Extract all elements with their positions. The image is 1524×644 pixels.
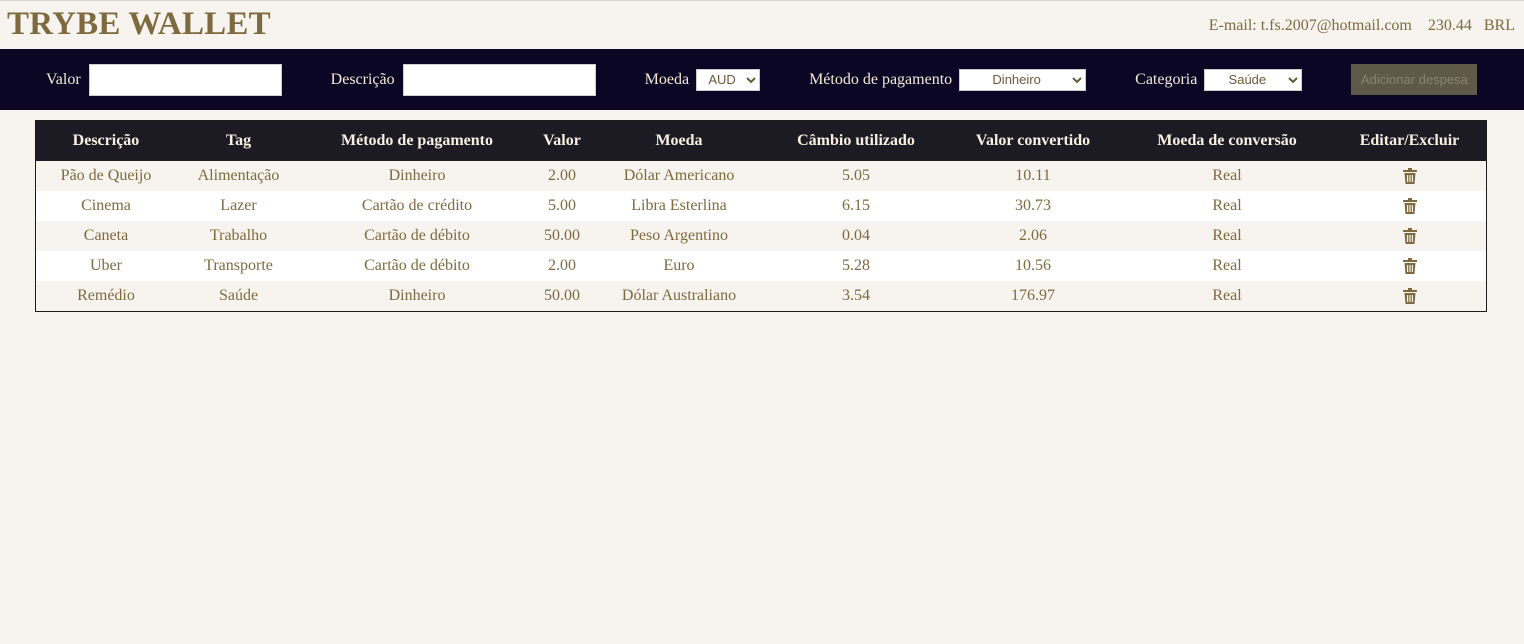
table-cell: 5.00	[548, 197, 576, 214]
row-actions	[1333, 251, 1486, 281]
table-header-row: Descrição Tag Método de pagamento Valor Moed…	[36, 121, 1486, 161]
table-cell: Remédio	[77, 287, 135, 304]
descricao-input[interactable]	[402, 63, 596, 96]
moeda-label: Moeda	[644, 70, 690, 88]
table-cell: Dinheiro	[388, 167, 446, 184]
expenses-table-container: Descrição Tag Método de pagamento Valor Moed…	[35, 120, 1487, 312]
app-header: TRYBE WALLET E-mail: t.fs.2007@hotmail.c…	[0, 1, 1524, 49]
table-cell: Caneta	[83, 227, 129, 244]
row-actions	[1333, 281, 1486, 311]
table-cell: Uber	[90, 257, 122, 274]
table-cell: 0.04	[842, 227, 870, 244]
table-cell: 50.00	[544, 227, 580, 244]
table-cell: Dinheiro	[388, 287, 446, 304]
table-cell: Dólar Australiano	[621, 287, 737, 304]
table-cell: 6.15	[842, 197, 870, 214]
table-cell: Euro	[663, 257, 695, 274]
expenses-table: Descrição Tag Método de pagamento Valor Moed…	[36, 121, 1486, 311]
table-row: Remédio Saúde Dinheiro 50.00 Dólar Australia…	[36, 281, 1486, 311]
table-cell: 176.97	[1011, 287, 1055, 304]
column-header: Valor	[543, 132, 581, 149]
column-header: Método de pagamento	[341, 132, 493, 149]
table-row: Caneta Trabalho Cartão de débito 50.00 Peso …	[36, 221, 1486, 251]
metodo-label: Método de pagamento	[809, 70, 953, 88]
trash-icon[interactable]	[1402, 287, 1417, 305]
moeda-select[interactable]: AUD	[696, 68, 761, 91]
column-header: Moeda	[655, 132, 703, 149]
user-email: E-mail: t.fs.2007@hotmail.com	[1208, 17, 1412, 34]
expense-form: Valor Descrição Moeda AUD Método de paga…	[0, 49, 1524, 110]
app-title: TRYBE WALLET	[7, 6, 271, 42]
table-cell: Dólar Americano	[623, 167, 735, 184]
table-cell: 2.00	[548, 167, 576, 184]
header-currency: BRL	[1483, 17, 1515, 34]
table-cell: Saúde	[218, 287, 259, 304]
table-cell: Cartão de débito	[364, 227, 470, 244]
table-cell: 2.06	[1019, 227, 1047, 244]
user-info: E-mail: t.fs.2007@hotmail.com 230.44 BRL	[1209, 17, 1515, 35]
table-cell: Transporte	[204, 257, 273, 274]
trash-icon[interactable]	[1402, 227, 1417, 245]
table-cell: Cartão de crédito	[361, 197, 473, 214]
table-cell: Real	[1212, 227, 1242, 244]
valor-input[interactable]	[88, 63, 282, 96]
table-cell: 3.54	[842, 287, 870, 304]
add-expense-button[interactable]: Adicionar despesa	[1351, 64, 1478, 95]
total-expenses: 230.44	[1427, 17, 1472, 34]
valor-label: Valor	[46, 70, 81, 88]
table-cell: 5.05	[842, 167, 870, 184]
table-cell: Peso Argentino	[630, 227, 728, 244]
table-cell: Real	[1212, 287, 1242, 304]
table-row: Pão de Queijo Alimentação Dinheiro 2.00 Dóla…	[36, 161, 1486, 191]
column-header: Câmbio utilizado	[797, 132, 915, 149]
table-cell: Real	[1212, 197, 1242, 214]
table-cell: Cinema	[81, 197, 131, 214]
trash-icon[interactable]	[1402, 167, 1417, 185]
table-cell: Libra Esterlina	[631, 197, 727, 214]
table-cell: 10.11	[1015, 167, 1051, 184]
table-row: Uber Transporte Cartão de débito 2.00 Euro 5.…	[36, 251, 1486, 281]
column-header: Descrição	[72, 132, 140, 149]
row-actions	[1333, 161, 1486, 191]
table-cell: Trabalho	[209, 227, 268, 244]
table-cell: Alimentação	[197, 167, 280, 184]
row-actions	[1333, 221, 1486, 251]
row-actions	[1333, 191, 1486, 221]
table-cell: Pão de Queijo	[60, 167, 152, 184]
table-cell: Real	[1212, 257, 1242, 274]
table-cell: 30.73	[1015, 197, 1051, 214]
descricao-label: Descrição	[330, 70, 395, 88]
categoria-select[interactable]: Saúde	[1204, 68, 1303, 91]
column-header: Editar/Excluir	[1359, 132, 1460, 149]
column-header: Tag	[225, 132, 252, 149]
metodo-select[interactable]: Dinheiro	[959, 68, 1087, 91]
trash-icon[interactable]	[1402, 257, 1417, 275]
table-cell: Lazer	[220, 197, 257, 214]
table-row: Cinema Lazer Cartão de crédito 5.00 Libra Es…	[36, 191, 1486, 221]
column-header: Moeda de conversão	[1157, 132, 1297, 149]
categoria-label: Categoria	[1135, 70, 1198, 88]
column-header: Valor convertido	[975, 132, 1091, 149]
table-cell: Cartão de débito	[364, 257, 470, 274]
table-cell: Real	[1212, 167, 1242, 184]
table-cell: 2.00	[548, 257, 576, 274]
trash-icon[interactable]	[1402, 197, 1417, 215]
table-cell: 5.28	[842, 257, 870, 274]
table-cell: 50.00	[544, 287, 580, 304]
table-cell: 10.56	[1015, 257, 1051, 274]
